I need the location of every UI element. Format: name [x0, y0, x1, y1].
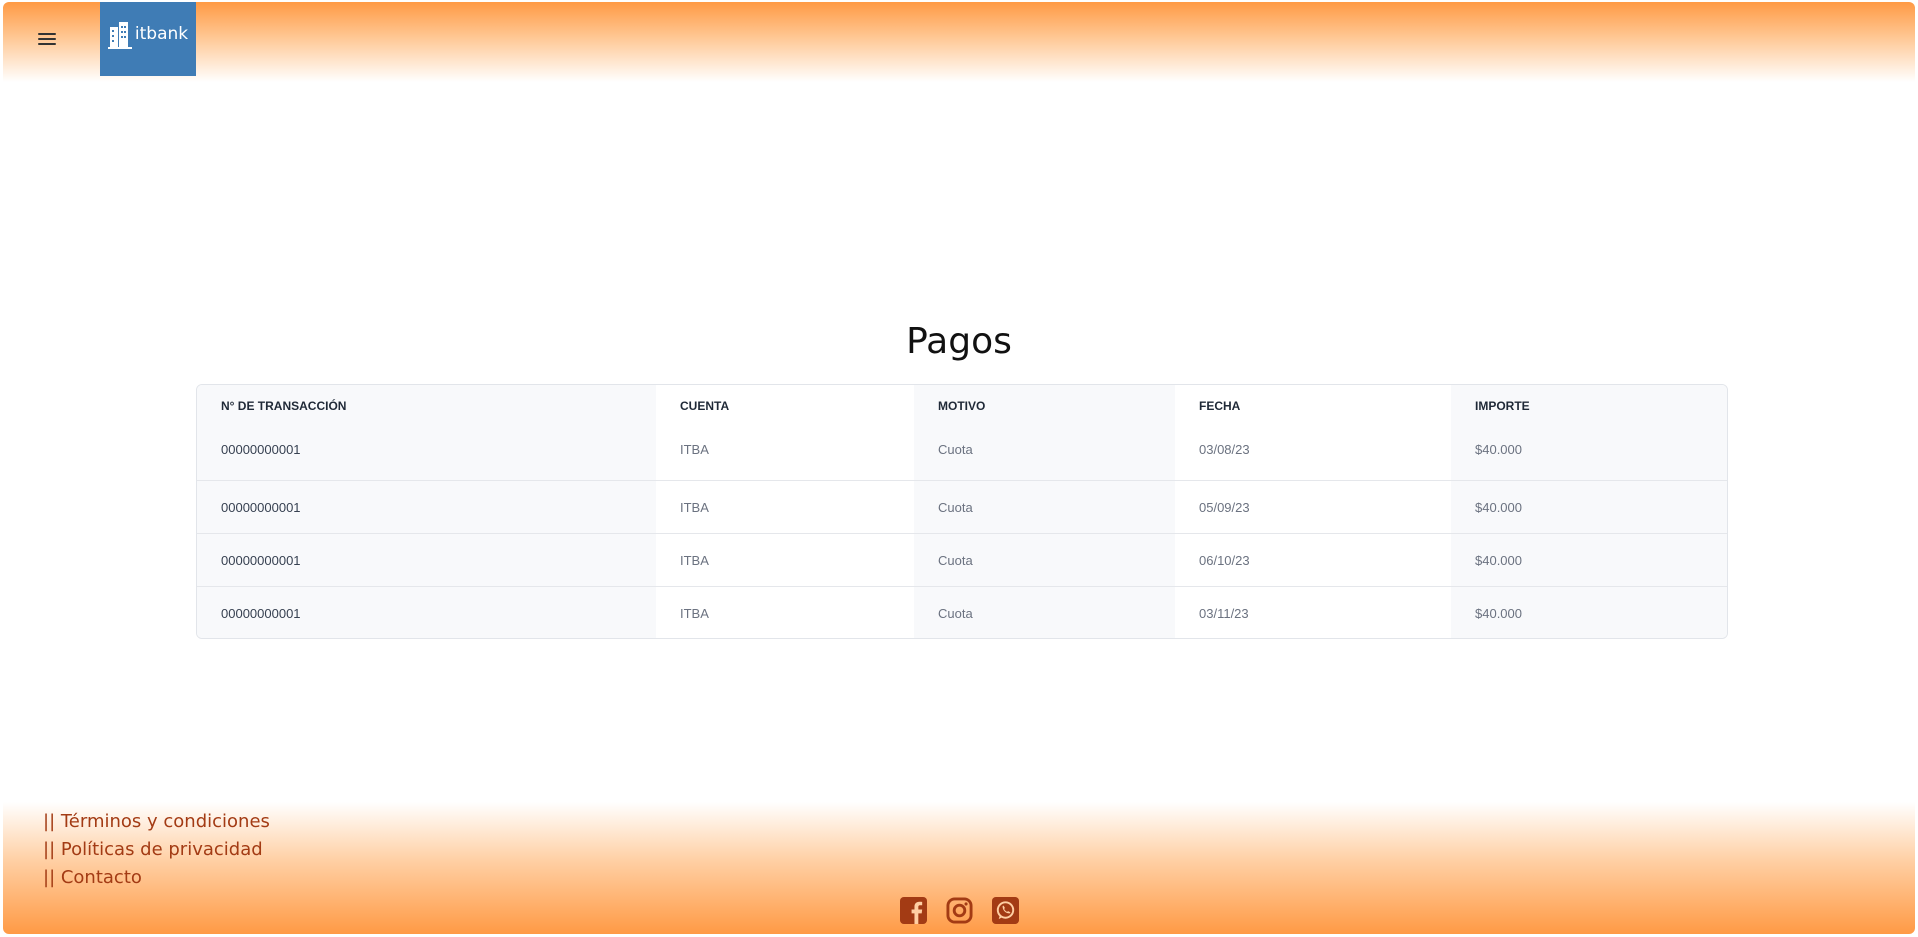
cell-account: ITBA [656, 427, 914, 481]
header-transaction-number: N° DE TRANSACCIÓN [197, 385, 656, 427]
cell-amount: $40.000 [1451, 586, 1727, 638]
table-row: 00000000001 ITBA Cuota 05/09/23 $40.000 [197, 480, 1727, 534]
whatsapp-icon[interactable] [992, 897, 1019, 924]
instagram-icon[interactable] [946, 897, 973, 924]
cell-account: ITBA [656, 586, 914, 638]
cell-date: 06/10/23 [1175, 533, 1451, 587]
table-row: 00000000001 ITBA Cuota 03/11/23 $40.000 [197, 586, 1727, 638]
cell-amount: $40.000 [1451, 480, 1727, 534]
cell-reason: Cuota [914, 586, 1175, 638]
header-account: CUENTA [656, 385, 914, 427]
app-frame: itbank Pagos N° DE TRANSACCIÓN CUENTA MO… [3, 2, 1915, 934]
payments-table: N° DE TRANSACCIÓN CUENTA MOTIVO FECHA IM… [196, 384, 1728, 639]
cell-account: ITBA [656, 533, 914, 587]
header-reason: MOTIVO [914, 385, 1175, 427]
table-header-row: N° DE TRANSACCIÓN CUENTA MOTIVO FECHA IM… [197, 385, 1727, 427]
terms-link[interactable]: || Términos y condiciones [43, 808, 270, 836]
logo[interactable]: itbank [100, 2, 196, 76]
table-row: 00000000001 ITBA Cuota 06/10/23 $40.000 [197, 533, 1727, 587]
cell-transaction-number: 00000000001 [197, 586, 656, 638]
cell-date: 03/11/23 [1175, 586, 1451, 638]
cell-date: 03/08/23 [1175, 427, 1451, 481]
footer-links: || Términos y condiciones || Políticas d… [43, 808, 270, 892]
cell-reason: Cuota [914, 427, 1175, 481]
footer: || Términos y condiciones || Políticas d… [3, 802, 1915, 934]
cell-transaction-number: 00000000001 [197, 480, 656, 534]
logo-text: itbank [134, 24, 189, 44]
privacy-link[interactable]: || Políticas de privacidad [43, 836, 270, 864]
cell-transaction-number: 00000000001 [197, 533, 656, 587]
facebook-icon[interactable] [900, 897, 927, 924]
header-date: FECHA [1175, 385, 1451, 427]
header-amount: IMPORTE [1451, 385, 1727, 427]
cell-reason: Cuota [914, 533, 1175, 587]
page-title: Pagos [906, 321, 1012, 362]
cell-date: 05/09/23 [1175, 480, 1451, 534]
hamburger-menu-icon[interactable] [37, 30, 57, 48]
header: itbank [3, 2, 1915, 82]
table-row: 00000000001 ITBA Cuota 03/08/23 $40.000 [197, 427, 1727, 481]
cell-reason: Cuota [914, 480, 1175, 534]
social-links [900, 897, 1019, 924]
cell-amount: $40.000 [1451, 427, 1727, 481]
cell-account: ITBA [656, 480, 914, 534]
cell-transaction-number: 00000000001 [197, 427, 656, 481]
cell-amount: $40.000 [1451, 533, 1727, 587]
building-icon [107, 22, 132, 49]
contact-link[interactable]: || Contacto [43, 864, 270, 892]
